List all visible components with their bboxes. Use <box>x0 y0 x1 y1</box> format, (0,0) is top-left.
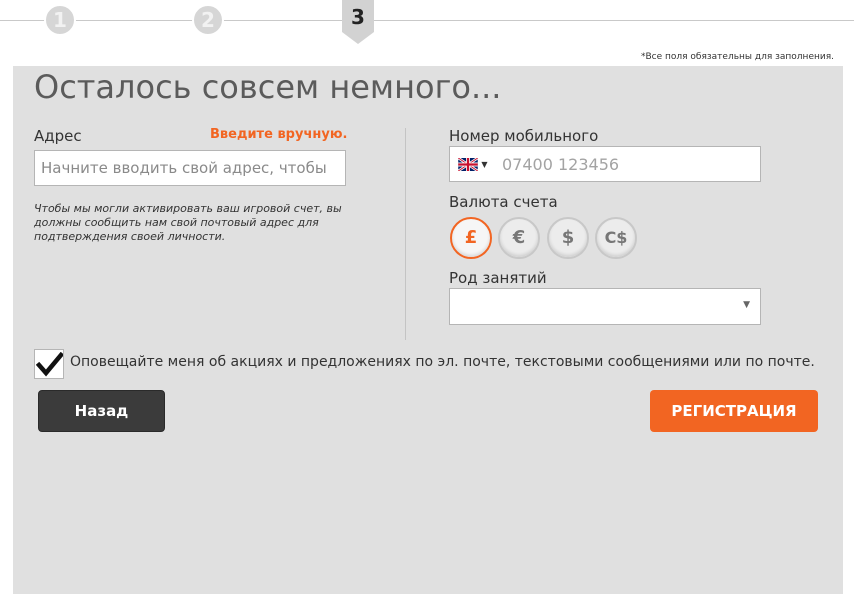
required-fields-note: *Все поля обязательны для заполнения. <box>640 52 834 62</box>
currency-cad-button[interactable]: C$ <box>595 217 637 259</box>
back-button[interactable]: Назад <box>38 390 165 432</box>
progress-line <box>0 20 854 21</box>
consent-checkbox[interactable] <box>34 349 64 379</box>
caret-down-icon: ▼ <box>481 159 488 169</box>
chevron-down-icon: ▼ <box>743 300 750 310</box>
registration-panel: Осталось совсем немного... Адрес Введите… <box>13 66 843 594</box>
currency-gbp-button[interactable]: £ <box>450 217 492 259</box>
column-divider <box>405 128 406 340</box>
address-hint: Чтобы мы могли активировать ваш игровой … <box>34 202 342 243</box>
checkmark-icon <box>36 352 63 377</box>
step-3-current: 3 <box>342 0 374 44</box>
currency-eur-button[interactable]: € <box>498 217 540 259</box>
currency-label: Валюта счета <box>449 193 558 211</box>
address-label: Адрес <box>34 127 82 145</box>
occupation-label: Род занятий <box>449 269 547 287</box>
enter-manually-link[interactable]: Введите вручную. <box>210 127 347 142</box>
progress-steps: 1 2 3 <box>0 0 854 60</box>
step-1: 1 <box>44 4 76 36</box>
uk-flag-icon <box>458 157 479 171</box>
phone-field: ▼ <box>449 146 764 182</box>
address-input[interactable] <box>34 150 346 186</box>
phone-label: Номер мобильного <box>449 127 599 145</box>
currency-usd-button[interactable]: $ <box>547 217 589 259</box>
country-code-selector[interactable]: ▼ <box>450 147 496 181</box>
register-button[interactable]: РЕГИСТРАЦИЯ <box>650 390 818 432</box>
page-title: Осталось совсем немного... <box>34 68 502 106</box>
consent-text: Оповещайте меня об акциях и предложениях… <box>70 354 815 370</box>
occupation-select[interactable]: ▼ <box>449 288 761 325</box>
step-2: 2 <box>192 4 224 36</box>
phone-input[interactable] <box>498 147 764 181</box>
